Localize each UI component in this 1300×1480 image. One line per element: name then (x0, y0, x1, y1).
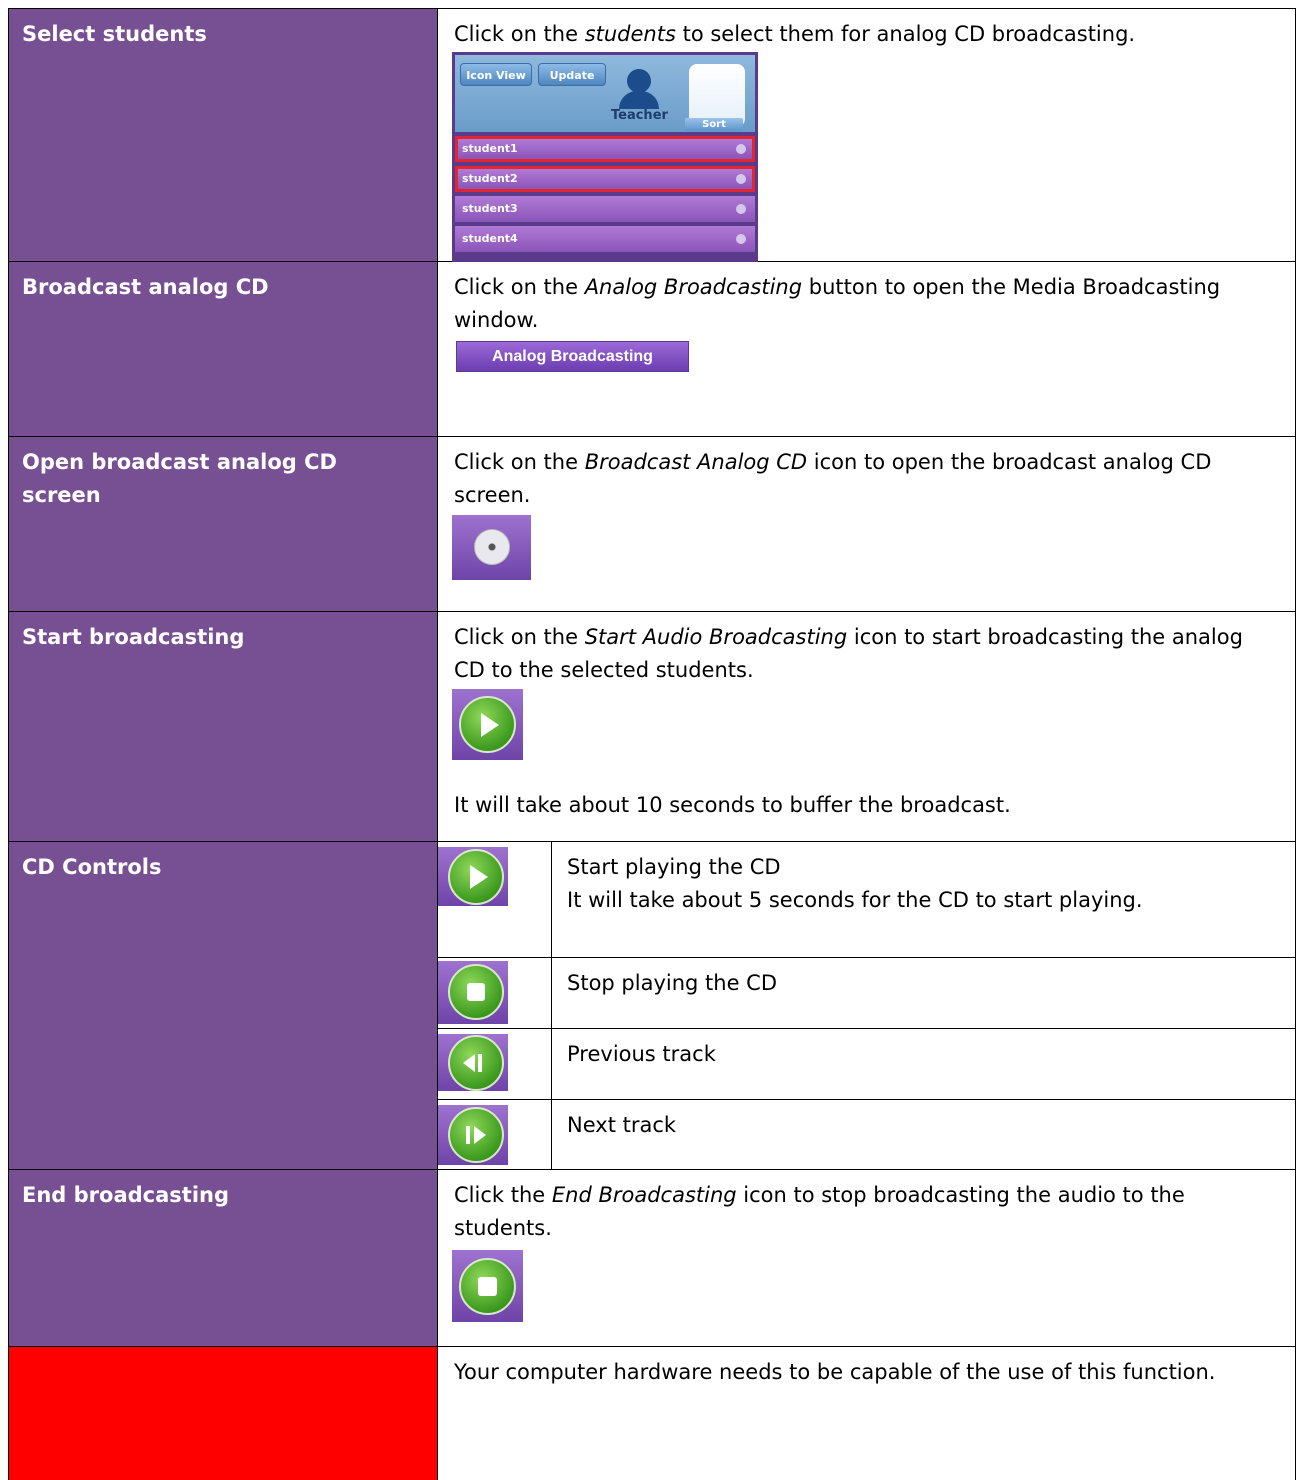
table-row: Open broadcast analog CD screen Click on… (8, 437, 1296, 612)
teacher-icon-body (619, 91, 659, 109)
update-button[interactable]: Update (538, 63, 606, 86)
row-content-cell: Click on the Analog Broadcasting button … (438, 262, 1296, 436)
control-text: Next track (567, 1113, 677, 1137)
row-label: Open broadcast analog CD screen (22, 450, 337, 507)
row-content-cell: Click on the Broadcast Analog CD icon to… (438, 437, 1296, 611)
table-row: End broadcasting Click the End Broadcast… (8, 1170, 1296, 1347)
student-row[interactable]: student4 (455, 226, 755, 252)
end-broadcasting-icon[interactable] (452, 1250, 523, 1322)
student-row[interactable]: student3 (455, 196, 755, 222)
control-text: Stop playing the CD (567, 971, 777, 995)
control-row: Previous track (438, 1029, 1295, 1100)
buffer-note: It will take about 10 seconds to buffer … (454, 793, 1011, 817)
row-text: Click on the students to select them for… (454, 22, 1136, 46)
teacher-label: Teacher (611, 108, 668, 123)
analog-broadcasting-button[interactable]: Analog Broadcasting (456, 341, 689, 372)
stop-icon (459, 1258, 516, 1315)
sort-button[interactable]: Sort (685, 118, 743, 131)
next-track-control[interactable] (438, 1105, 508, 1165)
icon-view-button[interactable]: Icon View (460, 63, 532, 86)
row-content-cell: Start playing the CD It will take about … (438, 842, 1296, 1170)
control-row: Stop playing the CD (438, 958, 1295, 1029)
control-text: Start playing the CD It will take about … (567, 855, 1143, 912)
row-content-cell: Click on the students to select them for… (438, 9, 1296, 265)
instruction-table: Select students Click on the students to… (8, 8, 1296, 1480)
student-panel-screenshot: Icon View Update Teacher Sort student1 s… (452, 52, 758, 265)
stop-control[interactable] (438, 961, 508, 1024)
row-text: Click on the Start Audio Broadcasting ic… (454, 625, 1243, 682)
control-row: Next track (438, 1100, 1295, 1170)
stop-icon (448, 964, 504, 1020)
table-row: Your computer hardware needs to be capab… (8, 1347, 1296, 1480)
previous-track-icon (448, 1035, 504, 1091)
row-label: Broadcast analog CD (22, 275, 269, 299)
row-label: CD Controls (22, 855, 162, 879)
arrow-icon (736, 204, 746, 214)
panel-header: Icon View Update Teacher Sort (455, 55, 755, 132)
next-track-icon (448, 1107, 504, 1163)
play-control[interactable] (438, 847, 508, 906)
control-row: Start playing the CD It will take about … (438, 842, 1295, 958)
start-audio-broadcasting-icon[interactable] (452, 689, 523, 760)
row-label-cell: End broadcasting (8, 1170, 438, 1346)
table-row: Select students Click on the students to… (8, 9, 1296, 265)
student-row[interactable]: student2 (455, 166, 755, 192)
broadcast-analog-cd-icon[interactable] (452, 515, 531, 580)
row-text: Click on the Analog Broadcasting button … (454, 275, 1221, 332)
student-row[interactable]: student1 (455, 136, 755, 162)
arrow-icon (736, 234, 746, 244)
row-label-cell: Start broadcasting (8, 612, 438, 841)
play-icon (459, 696, 516, 753)
row-content-cell: Click the End Broadcasting icon to stop … (438, 1170, 1296, 1346)
hardware-note: Your computer hardware needs to be capab… (454, 1360, 1216, 1384)
row-text: Click on the Broadcast Analog CD icon to… (454, 450, 1212, 507)
row-label-cell: Select students (8, 9, 438, 261)
table-row: Broadcast analog CD Click on the Analog … (8, 262, 1296, 437)
row-label: Select students (22, 22, 207, 46)
control-text: Previous track (567, 1042, 716, 1066)
cd-icon (474, 529, 510, 565)
previous-track-control[interactable] (438, 1034, 508, 1091)
row-label-cell: Broadcast analog CD (8, 262, 438, 436)
arrow-icon (736, 144, 746, 154)
row-content-cell: Click on the Start Audio Broadcasting ic… (438, 612, 1296, 841)
row-content-cell: Your computer hardware needs to be capab… (438, 1347, 1296, 1480)
table-row: Start broadcasting Click on the Start Au… (8, 612, 1296, 842)
teacher-icon (627, 69, 651, 93)
table-row: CD Controls Start playing the CD It will… (8, 842, 1296, 1170)
warning-label-cell (8, 1347, 438, 1480)
arrow-icon (736, 174, 746, 184)
row-label: Start broadcasting (22, 625, 245, 649)
row-label-cell: CD Controls (8, 842, 438, 1169)
row-text: Click the End Broadcasting icon to stop … (454, 1183, 1185, 1240)
row-label-cell: Open broadcast analog CD screen (8, 437, 438, 611)
play-icon (448, 849, 504, 905)
row-label: End broadcasting (22, 1183, 229, 1207)
